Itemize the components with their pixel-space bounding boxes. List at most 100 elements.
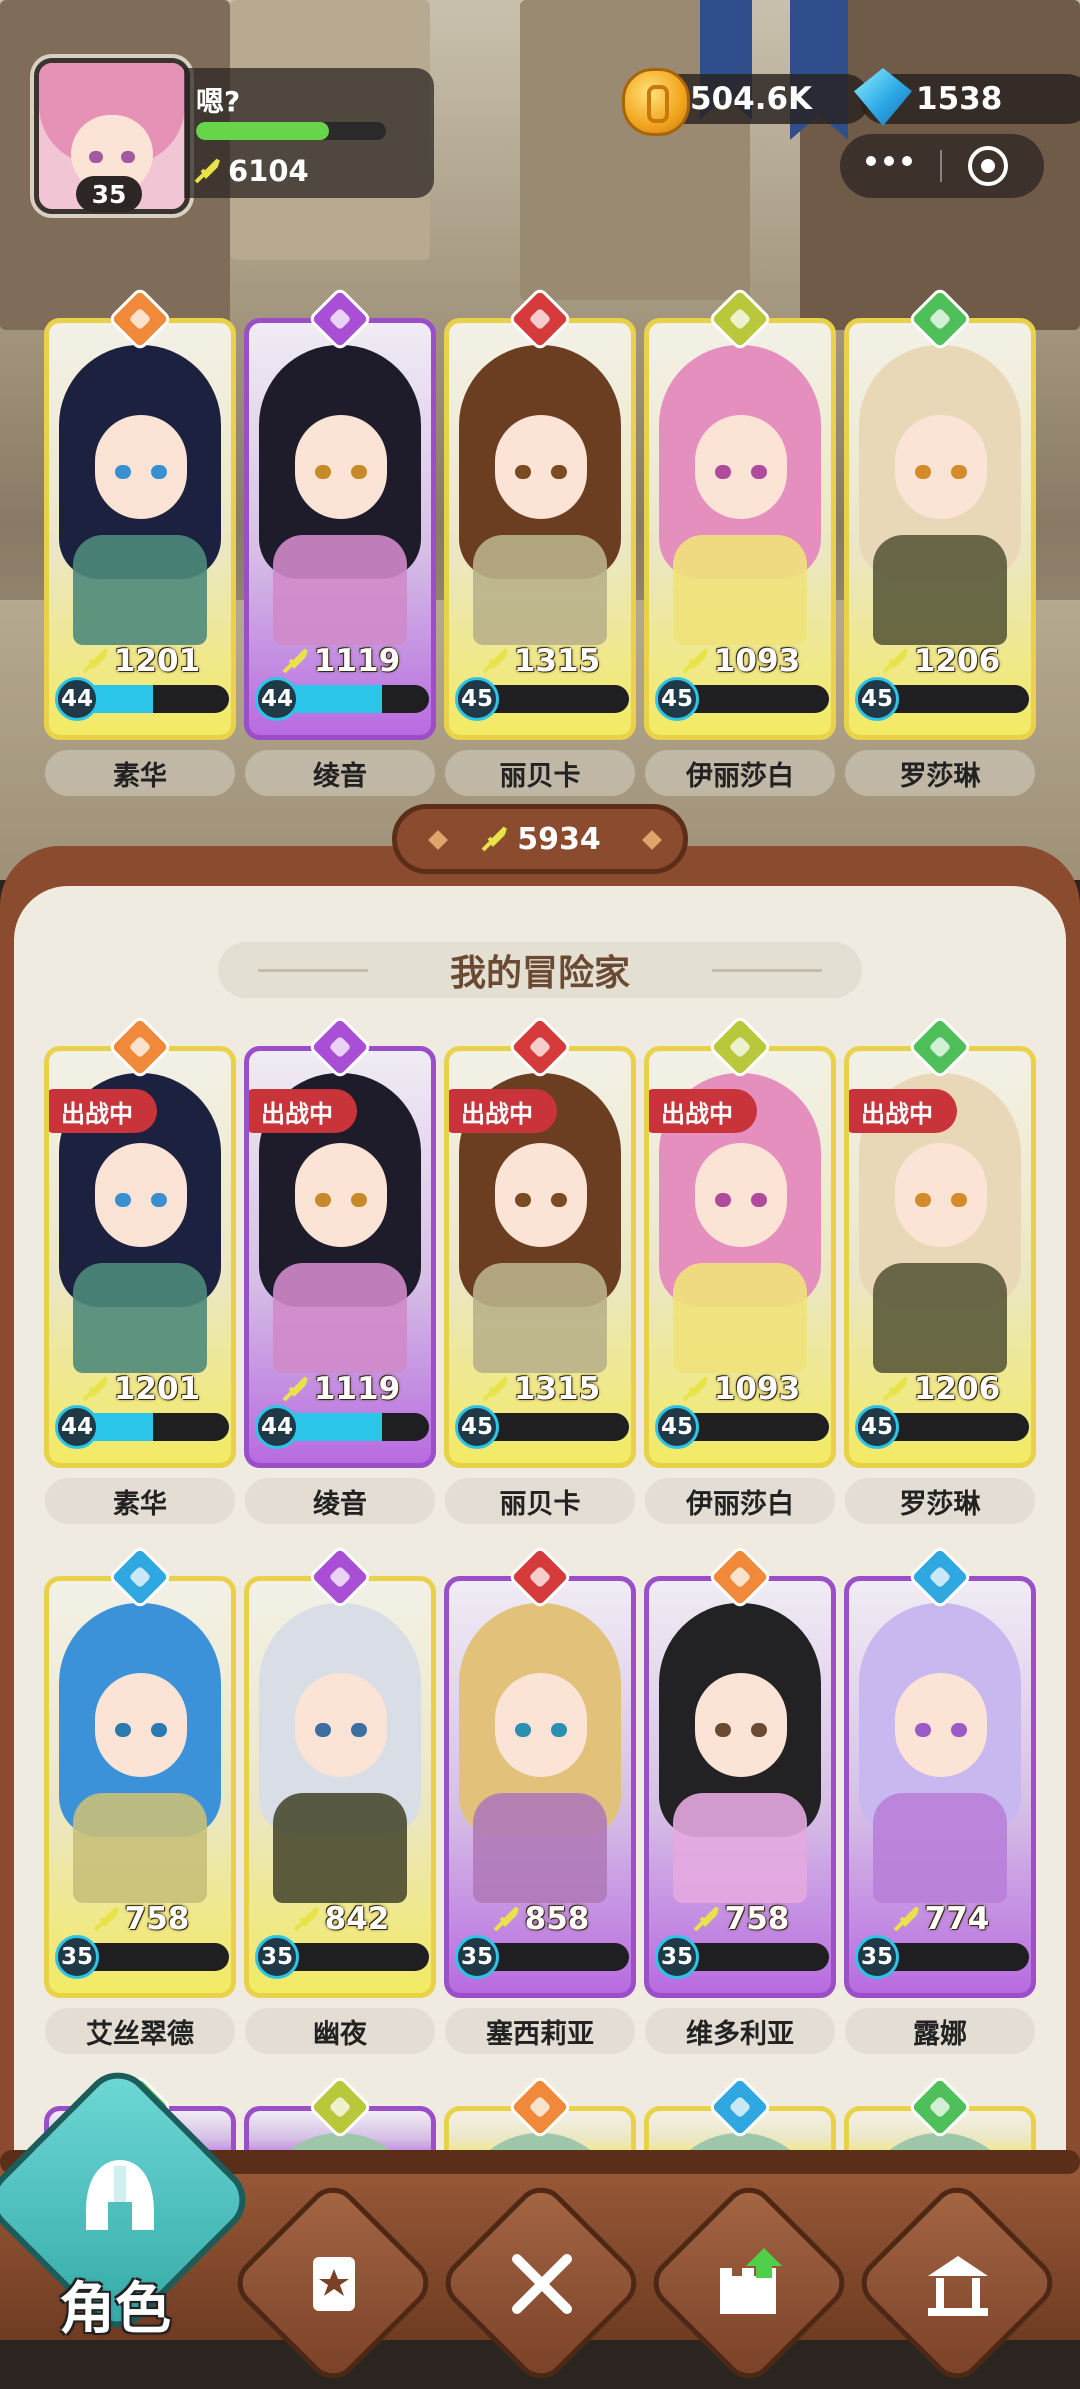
sword-icon xyxy=(880,1374,910,1404)
hero-name: 维多利亚 xyxy=(645,2008,835,2054)
hero-power: 1206 xyxy=(849,1371,1031,1407)
gold-counter[interactable]: 504.6K xyxy=(622,68,870,136)
hero-power: 1315 xyxy=(449,1371,631,1407)
section-title-text: 我的冒险家 xyxy=(449,953,630,994)
hero-portrait xyxy=(459,1603,621,1903)
hero-card[interactable]: 1206 45 出战中 xyxy=(844,1046,1036,1468)
hero-name: 艾丝翠德 xyxy=(45,2008,235,2054)
hero-level: 35 xyxy=(855,1935,899,1979)
hero-card[interactable]: 1093 45 xyxy=(644,318,836,740)
player-power-value: 6104 xyxy=(228,154,309,188)
sword-icon xyxy=(91,1904,121,1934)
sword-icon xyxy=(880,646,910,676)
hero-power-value: 842 xyxy=(324,1901,390,1937)
deployed-tag: 出战中 xyxy=(649,1089,757,1133)
hero-card[interactable]: 758 35 xyxy=(644,1576,836,1998)
sword-icon xyxy=(80,646,110,676)
hero-card[interactable]: 1119 44 xyxy=(244,318,436,740)
hero-power-value: 1093 xyxy=(713,643,801,679)
hero-card[interactable]: 1093 45 出战中 xyxy=(644,1046,836,1468)
hero-level: 45 xyxy=(855,1405,899,1449)
hero-level: 45 xyxy=(455,677,499,721)
hero-level: 35 xyxy=(455,1935,499,1979)
hero-power-value: 1201 xyxy=(113,643,201,679)
hero-card[interactable]: 1315 45 出战中 xyxy=(444,1046,636,1468)
hero-card[interactable]: 1119 44 出战中 xyxy=(244,1046,436,1468)
hero-power-value: 1093 xyxy=(713,1371,801,1407)
hero-power: 1315 xyxy=(449,643,631,679)
hero-name: 幽夜 xyxy=(245,2008,435,2054)
hero-name: 罗莎琳 xyxy=(845,1478,1035,1524)
player-name: 嗯? xyxy=(196,85,241,118)
hero-level: 35 xyxy=(55,1935,99,1979)
book-icon xyxy=(294,2244,374,2324)
hero-portrait xyxy=(259,1603,421,1903)
close-target-icon[interactable] xyxy=(968,146,1008,186)
hero-level: 45 xyxy=(655,1405,699,1449)
hero-level: 35 xyxy=(655,1935,699,1979)
hero-power: 758 xyxy=(49,1901,231,1937)
sword-icon xyxy=(491,1904,521,1934)
battle-icon xyxy=(502,2244,582,2324)
hero-card[interactable]: 1201 44 出战中 xyxy=(44,1046,236,1468)
hero-card[interactable]: 758 35 xyxy=(44,1576,236,1998)
hero-card[interactable]: 774 35 xyxy=(844,1576,1036,1998)
hero-power-value: 1119 xyxy=(313,1371,401,1407)
gold-coin-icon xyxy=(622,68,690,136)
hero-portrait xyxy=(659,345,821,645)
sword-icon xyxy=(280,1374,310,1404)
hero-power-value: 774 xyxy=(924,1901,990,1937)
hero-power-value: 1206 xyxy=(913,643,1001,679)
player-level-badge: 35 xyxy=(76,176,142,212)
hero-level: 35 xyxy=(255,1935,299,1979)
deployed-tag: 出战中 xyxy=(849,1089,957,1133)
hero-power-value: 1315 xyxy=(513,1371,601,1407)
hero-portrait xyxy=(59,1603,221,1903)
hero-card[interactable]: 1201 44 xyxy=(44,318,236,740)
sword-icon xyxy=(192,156,222,186)
gem-counter[interactable]: 1538 xyxy=(854,68,1080,126)
hero-level: 44 xyxy=(255,677,299,721)
hero-card[interactable]: 842 35 xyxy=(244,1576,436,1998)
hero-power: 1093 xyxy=(649,643,831,679)
sword-icon xyxy=(480,646,510,676)
hero-power-value: 758 xyxy=(724,1901,790,1937)
hero-power: 1206 xyxy=(849,643,1031,679)
deployed-tag: 出战中 xyxy=(249,1089,357,1133)
hero-card[interactable]: 1315 45 xyxy=(444,318,636,740)
hero-name: 丽贝卡 xyxy=(445,1478,635,1524)
shrine-icon xyxy=(918,2244,998,2324)
more-menu-icon[interactable] xyxy=(866,156,912,166)
hero-power-value: 1201 xyxy=(113,1371,201,1407)
section-title: 我的冒险家 xyxy=(218,942,862,998)
hero-level: 44 xyxy=(255,1405,299,1449)
hero-power-value: 758 xyxy=(124,1901,190,1937)
hero-name: 伊丽莎白 xyxy=(645,750,835,796)
gold-value: 504.6K xyxy=(690,81,813,117)
team-total-power: 5934 xyxy=(392,804,688,874)
hero-card[interactable]: 858 35 xyxy=(444,1576,636,1998)
hero-portrait xyxy=(659,1603,821,1903)
character-icon xyxy=(70,2150,170,2250)
hero-portrait xyxy=(259,345,421,645)
hero-name: 罗莎琳 xyxy=(845,750,1035,796)
sword-icon xyxy=(680,646,710,676)
hero-name: 丽贝卡 xyxy=(445,750,635,796)
hero-portrait xyxy=(859,345,1021,645)
hero-level: 45 xyxy=(455,1405,499,1449)
nav-active-label: 角色 xyxy=(59,2277,171,2342)
sword-icon xyxy=(680,1374,710,1404)
hero-name: 绫音 xyxy=(245,750,435,796)
hero-power: 1201 xyxy=(49,1371,231,1407)
hero-power: 842 xyxy=(249,1901,431,1937)
hero-power-value: 1315 xyxy=(513,643,601,679)
hero-card[interactable]: 1206 45 xyxy=(844,318,1036,740)
hero-level: 44 xyxy=(55,677,99,721)
sword-icon xyxy=(891,1904,921,1934)
hero-portrait xyxy=(59,345,221,645)
sword-icon xyxy=(291,1904,321,1934)
gem-value: 1538 xyxy=(916,81,1003,117)
deployed-tag: 出战中 xyxy=(49,1089,157,1133)
hero-portrait xyxy=(459,345,621,645)
hero-power: 1093 xyxy=(649,1371,831,1407)
